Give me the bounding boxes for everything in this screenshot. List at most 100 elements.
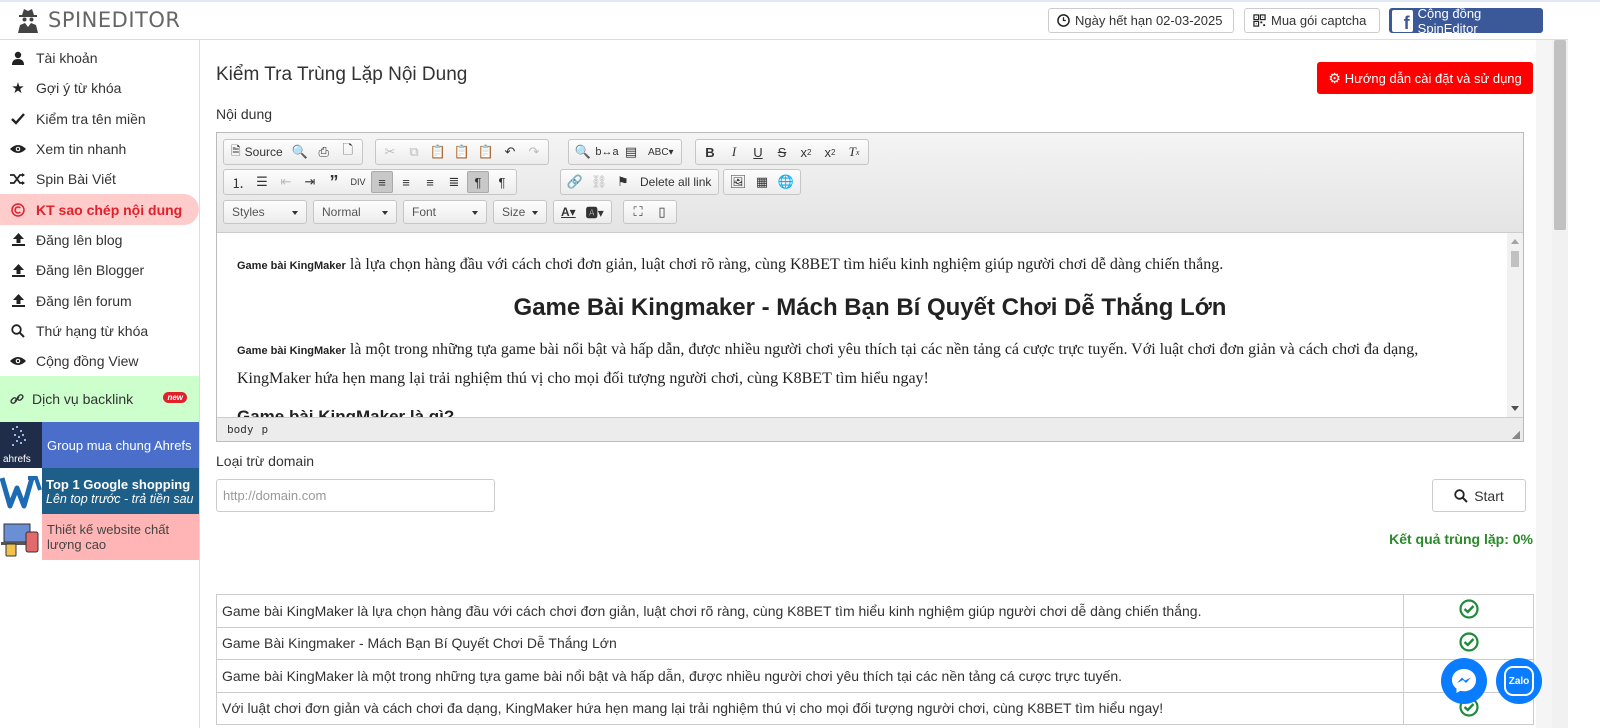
ahrefs-logo-icon: ahrefs — [0, 422, 42, 469]
start-button[interactable]: Start — [1432, 479, 1526, 512]
select-all-icon[interactable]: ▤ — [620, 141, 642, 163]
promo-ahrefs[interactable]: ahrefs Group mua chung Ahrefs — [0, 422, 199, 469]
sidebar-item-quick-news[interactable]: Xem tin nhanh — [0, 134, 199, 164]
font-combo[interactable]: Font — [403, 200, 487, 224]
toolbar-group-clipboard: ✂ ⧉ 📋 📋 📋 ↶ ↷ — [375, 139, 549, 165]
top-bar: SPINEDITOR Ngày hết hạn 02-03-2025 Mua g… — [0, 0, 1600, 40]
sidebar-item-keyword-rank[interactable]: Thứ hạng từ khóa — [0, 316, 199, 346]
content-subheading: Game bài KingMaker là gì? — [237, 407, 455, 417]
paste-icon[interactable]: 📋 — [427, 141, 449, 163]
sidebar-item-post-forum[interactable]: Đăng lên forum — [0, 285, 199, 315]
sidebar-item-keyword-suggest[interactable]: ★ Gợi ý từ khóa — [0, 73, 199, 103]
sidebar-item-account[interactable]: Tài khoản — [0, 43, 199, 73]
format-combo[interactable]: Normal — [313, 200, 397, 224]
check-circle-icon — [1458, 599, 1479, 622]
templates-icon[interactable]: 🗋 — [337, 141, 359, 163]
align-center-icon[interactable]: ≡ — [395, 171, 417, 193]
scroll-down-arrow[interactable] — [1511, 406, 1519, 411]
toolbar-group-editing: 🔍 b↔a ▤ ABC▾ — [568, 139, 682, 165]
styles-combo[interactable]: Styles — [223, 200, 307, 224]
replace-icon[interactable]: b↔a — [595, 141, 618, 163]
source-button[interactable]: 🗎 Source — [227, 141, 287, 163]
show-blocks-icon[interactable]: ▯ — [651, 201, 673, 223]
ltr-icon[interactable]: ¶ — [467, 171, 489, 193]
div-icon[interactable]: DIV — [347, 171, 369, 193]
link-icon[interactable]: 🔗 — [564, 171, 586, 193]
sidebar-item-backlink[interactable]: Dịch vụ backlink new — [0, 376, 199, 423]
text-color-icon[interactable]: A▾ — [557, 201, 580, 223]
messenger-button[interactable] — [1441, 658, 1487, 704]
bg-color-icon[interactable]: 🅰▾ — [582, 201, 608, 223]
page-scrollbar[interactable] — [1552, 40, 1568, 728]
bold-icon[interactable]: B — [699, 141, 721, 163]
align-right-icon[interactable]: ≡ — [419, 171, 441, 193]
preview-icon[interactable]: 🔍 — [289, 141, 311, 163]
upload-icon — [6, 262, 30, 278]
image-icon[interactable]: 🖼 — [727, 171, 749, 193]
duplicate-result: Kết quả trùng lặp: 0% — [1389, 531, 1533, 547]
help-button[interactable]: ⚙ Hướng dẫn cài đặt và sử dụng — [1317, 62, 1533, 94]
cut-icon[interactable]: ✂ — [379, 141, 401, 163]
sentence-cell: Game Bài Kingmaker - Mách Bạn Bí Quyết C… — [216, 626, 1404, 660]
superscript-icon[interactable]: x2 — [819, 141, 841, 163]
sidebar-item-domain-check[interactable]: Kiểm tra tên miền — [0, 104, 199, 134]
italic-icon[interactable]: I — [723, 141, 745, 163]
table-icon[interactable]: ▦ — [751, 171, 773, 193]
paste-text-icon[interactable]: 📋 — [451, 141, 473, 163]
align-left-icon[interactable]: ≡ — [371, 171, 393, 193]
scroll-up-arrow[interactable] — [1511, 239, 1519, 244]
subscript-icon[interactable]: x2 — [795, 141, 817, 163]
domain-input[interactable]: http://domain.com — [216, 479, 495, 512]
captcha-button[interactable]: Mua gói captcha — [1244, 8, 1380, 33]
top-accent-line — [0, 0, 1600, 2]
community-button[interactable]: f Cộng đồng SpinEditor — [1389, 6, 1543, 36]
spellcheck-icon[interactable]: ABC▾ — [644, 141, 678, 163]
path-p[interactable]: p — [262, 423, 269, 436]
undo-icon[interactable]: ↶ — [499, 141, 521, 163]
path-body[interactable]: body — [227, 423, 254, 436]
editor-content[interactable]: Game bài KingMaker là lựa chọn hàng đầu … — [217, 233, 1523, 417]
remove-format-icon[interactable]: Tx — [843, 141, 865, 163]
numbered-list-icon[interactable]: ⒈ — [227, 171, 249, 193]
rtl-icon[interactable]: ¶ — [491, 171, 513, 193]
strike-icon[interactable]: S — [771, 141, 793, 163]
promo-google-shopping[interactable]: Top 1 Google shopping Lên top trước - tr… — [0, 468, 199, 515]
iframe-icon[interactable]: 🌐 — [775, 171, 797, 193]
sidebar-item-label: Đăng lên forum — [36, 292, 132, 309]
star-icon: ★ — [11, 80, 25, 98]
expiry-button[interactable]: Ngày hết hạn 02-03-2025 — [1048, 8, 1234, 33]
blockquote-icon[interactable]: ” — [323, 171, 345, 193]
sidebar-item-community-view[interactable]: Cộng đồng View — [0, 346, 199, 376]
redo-icon[interactable]: ↷ — [523, 141, 545, 163]
sidebar-item-post-blogger[interactable]: Đăng lên Blogger — [0, 255, 199, 285]
page-scroll-thumb[interactable] — [1554, 40, 1566, 230]
promo-ahrefs-label: Group mua chung Ahrefs — [47, 437, 192, 453]
delete-all-link-button[interactable]: Delete all link — [636, 171, 715, 193]
outdent-icon[interactable]: ⇤ — [275, 171, 297, 193]
resize-handle-icon[interactable] — [1512, 431, 1520, 439]
source-label: Source — [244, 145, 283, 159]
sidebar-item-copy-check[interactable]: KT sao chép nội dung — [0, 194, 199, 225]
editor-scrollbar[interactable] — [1507, 233, 1523, 417]
element-path-bar: body p — [217, 417, 1523, 441]
find-icon[interactable]: 🔍 — [572, 141, 594, 163]
paste-word-icon[interactable]: 📋 — [475, 141, 497, 163]
sidebar-item-label: KT sao chép nội dung — [36, 201, 183, 218]
bulleted-list-icon[interactable]: ☰ — [251, 171, 273, 193]
sidebar-item-spin[interactable]: Spin Bài Viết — [0, 164, 199, 194]
underline-icon[interactable]: U — [747, 141, 769, 163]
anchor-icon[interactable]: ⚑ — [612, 171, 634, 193]
indent-icon[interactable]: ⇥ — [299, 171, 321, 193]
scroll-thumb[interactable] — [1511, 251, 1519, 267]
content-label: Nội dung — [216, 106, 273, 122]
print-icon[interactable]: ⎙ — [313, 141, 335, 163]
size-combo[interactable]: Size — [493, 200, 547, 224]
copy-icon[interactable]: ⧉ — [403, 141, 425, 163]
sidebar-item-post-blog[interactable]: Đăng lên blog — [0, 225, 199, 255]
justify-icon[interactable]: ≣ — [443, 171, 465, 193]
promo-web-design[interactable]: Thiết kế website chất lượng cao — [0, 514, 199, 561]
app-logo[interactable]: SPINEDITOR — [16, 7, 180, 33]
unlink-icon[interactable]: ⛓ — [588, 171, 610, 193]
zalo-button[interactable]: Zalo — [1496, 658, 1542, 704]
maximize-icon[interactable]: ⛶ — [627, 201, 649, 223]
